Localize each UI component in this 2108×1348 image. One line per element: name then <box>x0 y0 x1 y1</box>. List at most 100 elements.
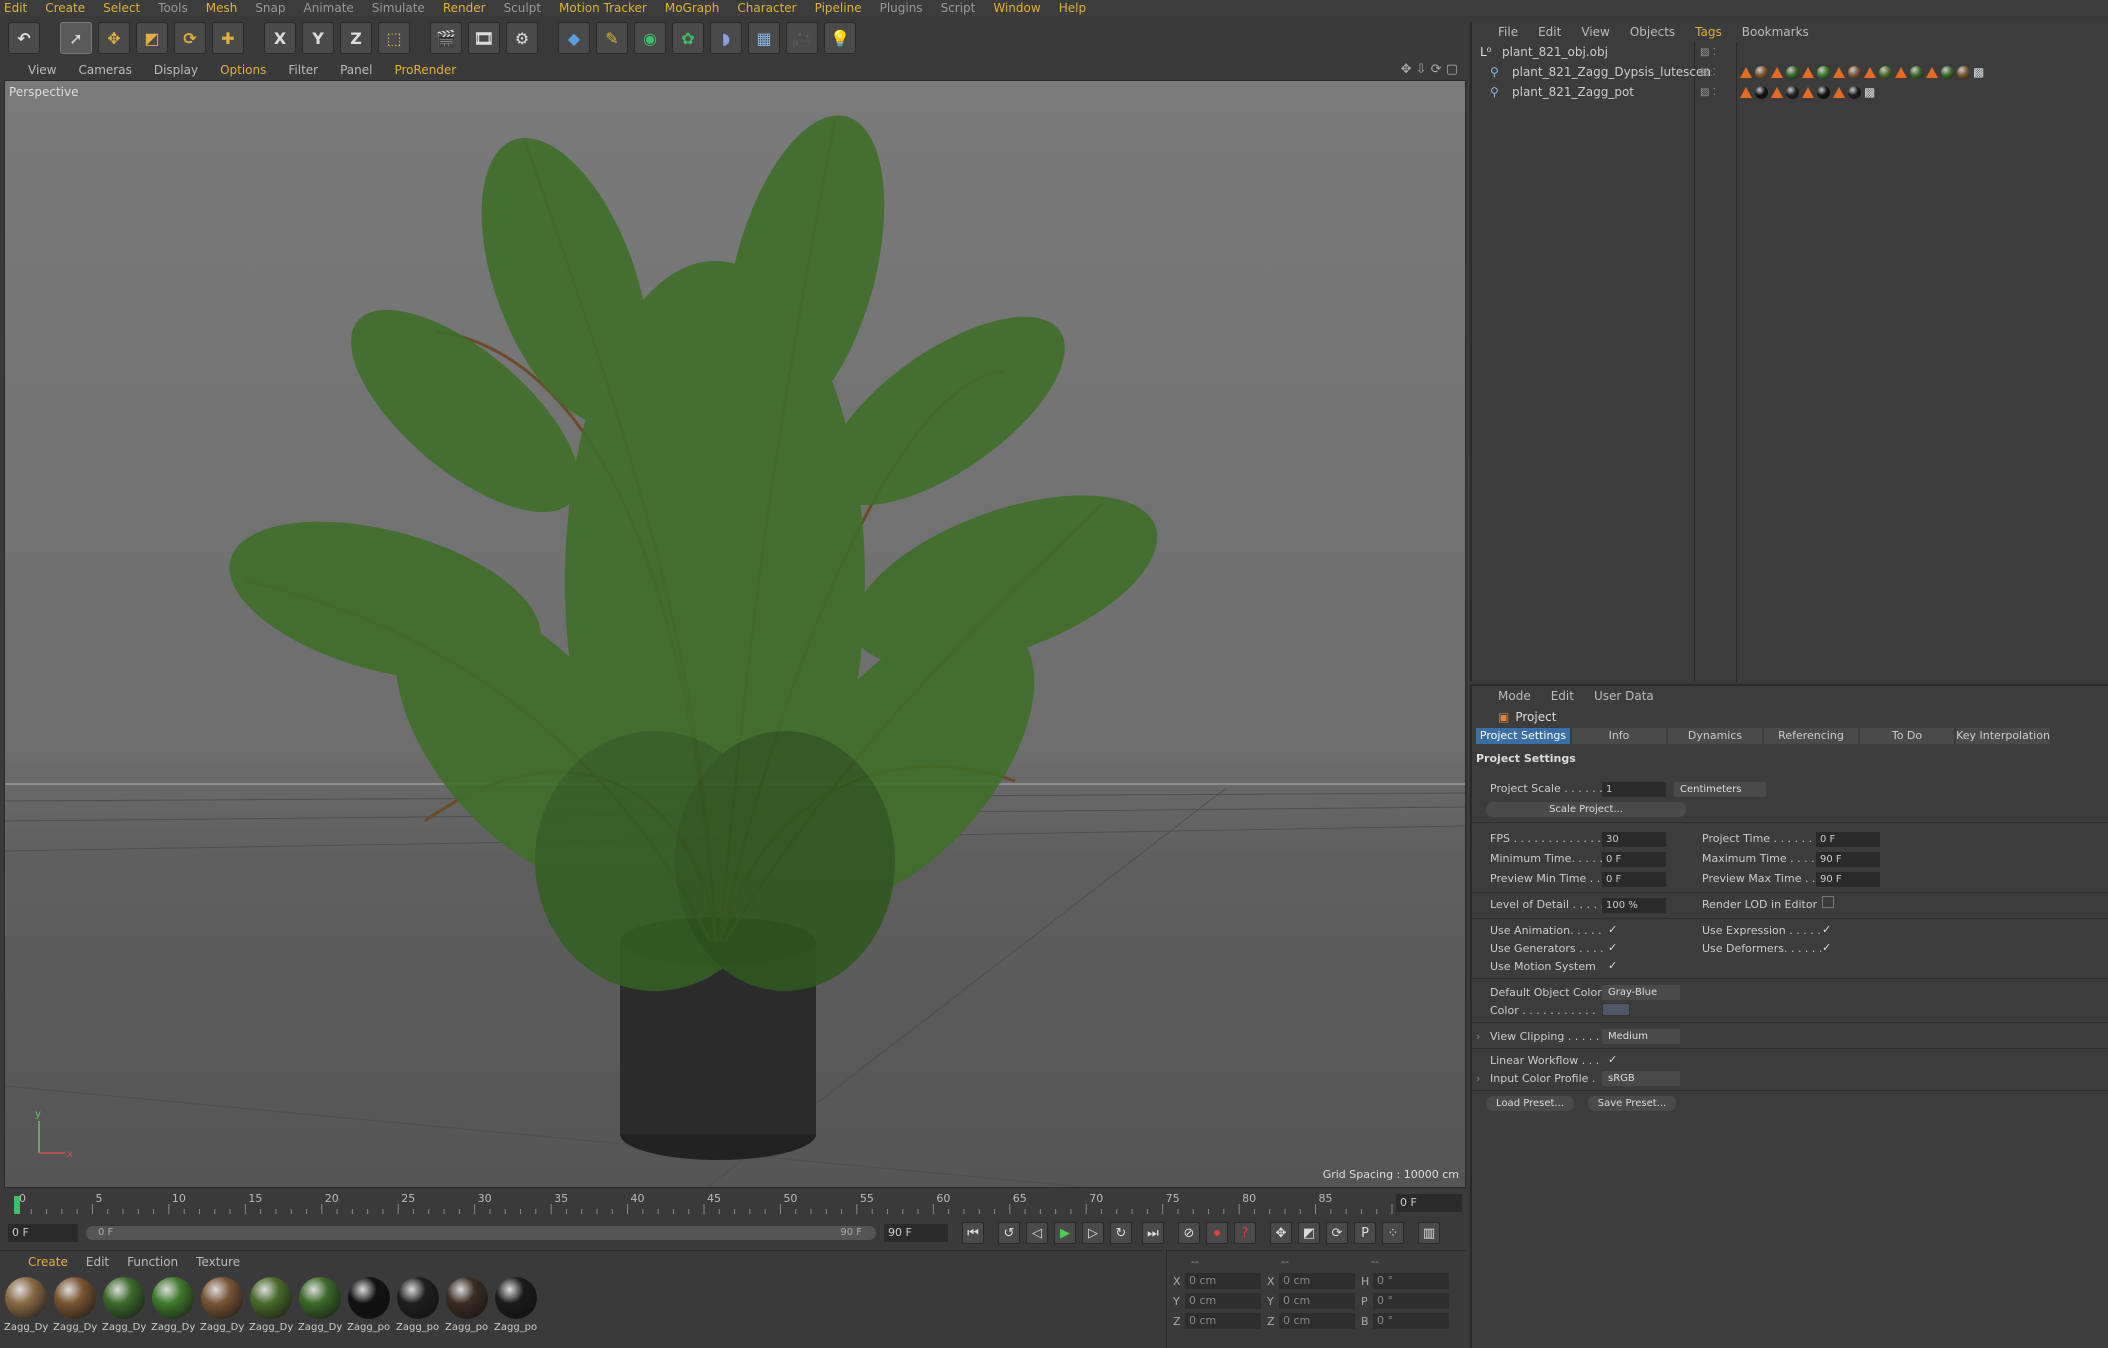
object-row[interactable]: ⚲ plant_821_Zagg_pot ▨ ⁚ ▩ <box>1472 82 2108 102</box>
object-name[interactable]: plant_821_Zagg_pot <box>1512 85 1712 99</box>
go-to-start-icon[interactable]: ⏮ <box>962 1222 984 1244</box>
input-profile-expand-icon[interactable]: › <box>1476 1072 1480 1085</box>
object-menu-edit[interactable]: Edit <box>1538 25 1561 39</box>
current-frame-field[interactable]: 0 F <box>1396 1194 1462 1212</box>
autokey-icon[interactable]: ⊘ <box>1178 1222 1200 1244</box>
object-menu-objects[interactable]: Objects <box>1630 25 1675 39</box>
z-axis-icon[interactable]: Z <box>340 22 372 54</box>
phong-tag-icon[interactable] <box>1740 86 1752 98</box>
subdivision-icon[interactable]: ◉ <box>634 22 666 54</box>
material-item[interactable]: Zagg_po <box>396 1277 440 1333</box>
material-tag-icon[interactable] <box>1848 65 1861 79</box>
key-pla-icon[interactable]: ⁘ <box>1382 1222 1404 1244</box>
undo-icon[interactable]: ↶ <box>8 22 40 54</box>
max-time-field[interactable]: 90 F <box>1816 852 1880 867</box>
prev-key-icon[interactable]: ↺ <box>998 1222 1020 1244</box>
move-icon[interactable]: ✥ <box>98 22 130 54</box>
material-item[interactable]: Zagg_Dy <box>151 1277 195 1333</box>
key-scale-icon[interactable]: ◩ <box>1298 1222 1320 1244</box>
material-item[interactable]: Zagg_po <box>494 1277 538 1333</box>
phong-tag-icon[interactable] <box>1802 86 1814 98</box>
phong-tag-icon[interactable] <box>1926 66 1938 78</box>
camera-icon[interactable]: 🎥 <box>786 22 818 54</box>
record-icon[interactable]: ⏺ <box>1206 1222 1228 1244</box>
uvw-tag-icon[interactable]: ▩ <box>1973 65 1984 79</box>
material-tag-icon[interactable] <box>1957 65 1970 79</box>
material-tag-icon[interactable] <box>1848 85 1861 99</box>
object-name[interactable]: plant_821_obj.obj <box>1502 45 1702 59</box>
uvw-tag-icon[interactable]: ▩ <box>1864 85 1875 99</box>
material-tag-icon[interactable] <box>1755 65 1768 79</box>
go-to-end-icon[interactable]: ⏭ <box>1142 1222 1164 1244</box>
visibility-dots-icon[interactable]: ▨ ⁚ <box>1700 87 1716 98</box>
cloner-icon[interactable]: ✿ <box>672 22 704 54</box>
object-menu-bookmarks[interactable]: Bookmarks <box>1742 25 1809 39</box>
material-tag-icon[interactable] <box>1755 85 1768 99</box>
menu-mesh[interactable]: Mesh <box>206 1 238 15</box>
coord-value-field[interactable]: 0 cm <box>1185 1273 1261 1289</box>
coord-value-field[interactable]: 0 ° <box>1373 1273 1449 1289</box>
coord-value-field[interactable]: 0 cm <box>1185 1293 1261 1309</box>
use-generators-checkbox[interactable]: ✓ <box>1608 942 1620 954</box>
material-menu-texture[interactable]: Texture <box>196 1255 240 1269</box>
menu-tools[interactable]: Tools <box>158 1 188 15</box>
render-picture-viewer-icon[interactable]: 🎞 <box>468 22 500 54</box>
menu-render[interactable]: Render <box>443 1 486 15</box>
viewport-menu-display[interactable]: Display <box>154 63 198 77</box>
load-preset-button[interactable]: Load Preset... <box>1486 1096 1574 1111</box>
key-position-icon[interactable]: ✥ <box>1270 1222 1292 1244</box>
next-frame-icon[interactable]: ▷ <box>1082 1222 1104 1244</box>
menu-select[interactable]: Select <box>103 1 140 15</box>
material-item[interactable]: Zagg_Dy <box>298 1277 342 1333</box>
object-row[interactable]: L⁰ plant_821_obj.obj ▨ ⁚ <box>1472 42 2108 62</box>
viewport-nav-icons[interactable]: ✥ ⇩ ⟳ ▢ <box>1401 62 1458 77</box>
input-color-profile-dropdown[interactable]: sRGB <box>1602 1071 1680 1086</box>
viewport-menu-cameras[interactable]: Cameras <box>78 63 131 77</box>
tab-referencing[interactable]: Referencing <box>1764 728 1858 744</box>
menu-window[interactable]: Window <box>993 1 1040 15</box>
menu-snap[interactable]: Snap <box>255 1 285 15</box>
viewport-menu-prorender[interactable]: ProRender <box>394 63 456 77</box>
lod-field[interactable]: 100 % <box>1602 898 1666 913</box>
phong-tag-icon[interactable] <box>1864 66 1876 78</box>
edit-render-settings-icon[interactable]: ⚙ <box>506 22 538 54</box>
color-swatch[interactable] <box>1602 1003 1630 1016</box>
scale-project-button[interactable]: Scale Project... <box>1486 802 1686 817</box>
viewport-menu-view[interactable]: View <box>28 63 56 77</box>
menu-mograph[interactable]: MoGraph <box>665 1 720 15</box>
add-icon[interactable]: ✚ <box>212 22 244 54</box>
deformer-icon[interactable]: ◗ <box>710 22 742 54</box>
prev-frame-icon[interactable]: ◁ <box>1026 1222 1048 1244</box>
view-clipping-expand-icon[interactable]: › <box>1476 1030 1480 1043</box>
pen-icon[interactable]: ✎ <box>596 22 628 54</box>
tab-to-do[interactable]: To Do <box>1860 728 1954 744</box>
menu-script[interactable]: Script <box>941 1 976 15</box>
object-name[interactable]: plant_821_Zagg_Dypsis_lutescens <box>1512 65 1712 79</box>
key-param-icon[interactable]: P <box>1354 1222 1376 1244</box>
material-tag-icon[interactable] <box>1879 65 1892 79</box>
attr-menu-edit[interactable]: Edit <box>1551 689 1574 703</box>
phong-tag-icon[interactable] <box>1833 86 1845 98</box>
material-menu-edit[interactable]: Edit <box>86 1255 109 1269</box>
preview-min-field[interactable]: 0 F <box>1602 872 1666 887</box>
tab-info[interactable]: Info <box>1572 728 1666 744</box>
visibility-dots-icon[interactable]: ▨ ⁚ <box>1700 67 1716 78</box>
cube-icon[interactable]: ◆ <box>558 22 590 54</box>
material-menu-function[interactable]: Function <box>127 1255 178 1269</box>
use-motion-checkbox[interactable]: ✓ <box>1608 960 1620 972</box>
material-tag-icon[interactable] <box>1786 65 1799 79</box>
menu-character[interactable]: Character <box>737 1 796 15</box>
end-frame-field[interactable]: 90 F <box>884 1224 948 1242</box>
default-color-dropdown[interactable]: Gray-Blue <box>1602 985 1680 1000</box>
material-item[interactable]: Zagg_po <box>445 1277 489 1333</box>
tab-key-interpolation[interactable]: Key Interpolation <box>1956 728 2050 744</box>
select-arrow-icon[interactable]: ➚ <box>60 22 92 54</box>
material-tag-icon[interactable] <box>1910 65 1923 79</box>
preview-range-slider[interactable]: 0 F 90 F <box>86 1226 876 1240</box>
view-clipping-dropdown[interactable]: Medium <box>1602 1029 1680 1044</box>
menu-sculpt[interactable]: Sculpt <box>504 1 541 15</box>
viewport-menu-filter[interactable]: Filter <box>288 63 318 77</box>
material-menu-create[interactable]: Create <box>28 1255 68 1269</box>
menu-help[interactable]: Help <box>1059 1 1086 15</box>
preview-max-field[interactable]: 90 F <box>1816 872 1880 887</box>
